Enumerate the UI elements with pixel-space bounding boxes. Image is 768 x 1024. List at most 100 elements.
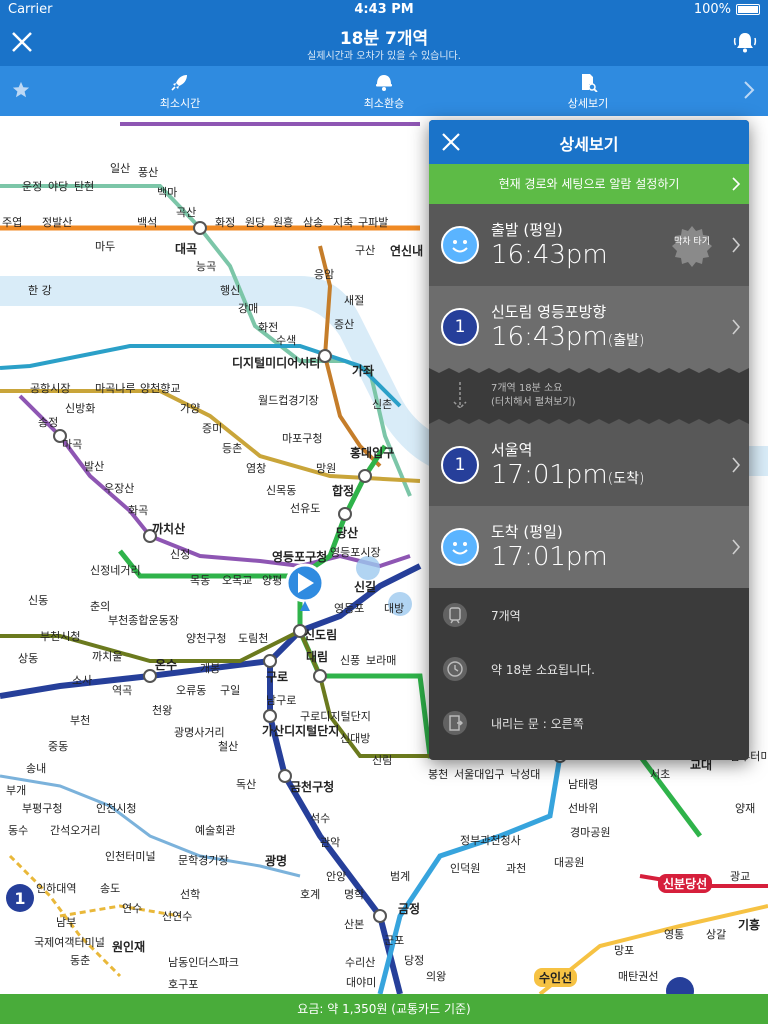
station-label[interactable]: 인천터미널 (105, 848, 156, 864)
station-label[interactable]: 광명 (265, 852, 287, 869)
station-label[interactable]: 곡산 (176, 204, 196, 220)
station-label[interactable]: 까치울 (92, 648, 122, 664)
station-label[interactable]: 대야미 (346, 974, 376, 990)
station-label[interactable]: 남구로 (266, 692, 296, 708)
station-label[interactable]: 명학 (344, 886, 364, 902)
station-label[interactable]: 온수 (155, 656, 177, 673)
station-label[interactable]: 호구포 (168, 976, 198, 992)
station-label[interactable]: 능곡 (196, 258, 216, 274)
station-label[interactable]: 독산 (236, 776, 256, 792)
station-label[interactable]: 동수 (8, 822, 28, 838)
station-label[interactable]: 구일 (220, 682, 240, 698)
station-label[interactable]: 염창 (246, 460, 266, 476)
station-label[interactable]: 남부 (56, 914, 76, 930)
station-label[interactable]: 망포 (614, 942, 634, 958)
station-label[interactable]: 백석 (137, 214, 157, 230)
station-label[interactable]: 영통 (664, 926, 684, 942)
station-label[interactable]: 송내 (26, 760, 46, 776)
station-label[interactable]: 안양 (326, 868, 346, 884)
tab-min-transfer[interactable]: 최소환승 (314, 66, 454, 116)
station-label[interactable]: 신풍 (340, 652, 360, 668)
station-label[interactable]: 공항시장 (30, 380, 70, 396)
tab-fastest[interactable]: 최소시간 (110, 66, 250, 116)
station-label[interactable]: 신림 (372, 752, 392, 768)
station-label[interactable]: 마곡나루 (95, 380, 135, 396)
station-label[interactable]: 운정 (22, 178, 42, 194)
station-label[interactable]: 부천종합운동장 (108, 612, 179, 628)
station-label[interactable]: 구파발 (358, 214, 388, 230)
station-label[interactable]: 송정 (38, 414, 58, 430)
station-label[interactable]: 삼송 (303, 214, 323, 230)
station-label[interactable]: 호계 (300, 886, 320, 902)
station-label[interactable]: 발산 (84, 458, 104, 474)
station-label[interactable]: 범계 (390, 868, 410, 884)
station-label[interactable]: 부천 (70, 712, 90, 728)
station-label[interactable]: 망원 (316, 460, 336, 476)
station-label[interactable]: 주엽 (2, 214, 22, 230)
station-label[interactable]: 증미 (202, 420, 222, 436)
set-alarm-button[interactable]: 현재 경로와 세팅으로 알람 설정하기 (429, 164, 749, 204)
station-label[interactable]: 백마 (157, 184, 177, 200)
station-label[interactable]: 신길 (354, 578, 376, 595)
station-label[interactable]: 정부과천청사 (460, 832, 521, 848)
station-label[interactable]: 대림 (306, 648, 328, 665)
station-label[interactable]: 선유도 (290, 500, 320, 516)
station-label[interactable]: 동춘 (70, 952, 90, 968)
station-label[interactable]: 화곡 (128, 502, 148, 518)
shinbundang-line-badge[interactable]: 신분당선 (658, 874, 713, 893)
station-label[interactable]: 행신 (220, 282, 240, 298)
station-label[interactable]: 당정 (404, 952, 424, 968)
arrival-row[interactable]: 도착 (평일) 17:01pm (429, 506, 749, 588)
station-label[interactable]: 양평 (262, 572, 282, 588)
tab-details[interactable]: 상세보기 (518, 66, 658, 116)
station-label[interactable]: 새절 (344, 292, 364, 308)
station-label[interactable]: 낙성대 (510, 766, 540, 782)
station-label[interactable]: 구산 (355, 242, 375, 258)
station-label[interactable]: 철산 (218, 738, 238, 754)
station-label[interactable]: 금정 (398, 900, 420, 917)
station-label[interactable]: 영등포구청 (272, 548, 327, 565)
station-label[interactable]: 대방 (384, 600, 404, 616)
station-label[interactable]: 풍산 (138, 164, 158, 180)
station-label[interactable]: 신정네거리 (90, 562, 141, 578)
station-label[interactable]: 신방화 (65, 400, 95, 416)
station-label[interactable]: 신연수 (162, 908, 192, 924)
station-label[interactable]: 구로 (266, 668, 288, 685)
station-label[interactable]: 양재 (735, 800, 755, 816)
alarm-bell-icon[interactable] (732, 29, 758, 55)
station-label[interactable]: 신촌 (372, 396, 392, 412)
station-label[interactable]: 봉천 (428, 766, 448, 782)
station-label[interactable]: 상갈 (706, 926, 726, 942)
station-label[interactable]: 지축 (333, 214, 353, 230)
alight-row[interactable]: 1 서울역 17:01pm(도착) (429, 424, 749, 506)
collapsed-stations-toggle[interactable]: 7개역 18분 소요 (터치해서 펼쳐보기) (429, 368, 749, 424)
station-label[interactable]: 일산 (110, 160, 130, 176)
station-label[interactable]: 대곡 (175, 240, 197, 257)
station-label[interactable]: 등촌 (222, 440, 242, 456)
station-label[interactable]: 탄현 (74, 178, 94, 194)
station-label[interactable]: 도림천 (238, 630, 268, 646)
station-label[interactable]: 양천향교 (140, 380, 180, 396)
station-label[interactable]: 개봉 (200, 660, 220, 676)
station-label[interactable]: 부평구청 (22, 800, 62, 816)
station-label[interactable]: 상동 (18, 650, 38, 666)
station-label[interactable]: 오류동 (176, 682, 206, 698)
station-label[interactable]: 신도림 (304, 626, 337, 643)
station-label[interactable]: 연수 (122, 900, 142, 916)
station-label[interactable]: 광교 (730, 868, 750, 884)
station-label[interactable]: 기흥 (738, 916, 760, 933)
station-label[interactable]: 예술회관 (195, 822, 235, 838)
favorite-star-icon[interactable] (12, 81, 30, 99)
station-label[interactable]: 부천시청 (40, 628, 80, 644)
station-label[interactable]: 강매 (238, 300, 258, 316)
station-label[interactable]: 양천구청 (186, 630, 226, 646)
station-label[interactable]: 마곡 (62, 436, 82, 452)
station-label[interactable]: 경마공원 (570, 824, 610, 840)
station-label[interactable]: 역곡 (112, 682, 132, 698)
station-label[interactable]: 과천 (506, 860, 526, 876)
station-label[interactable]: 매탄권선 (618, 968, 658, 984)
station-label[interactable]: 화정 (215, 214, 235, 230)
station-label[interactable]: 소사 (72, 672, 92, 688)
station-label[interactable]: 송도 (100, 880, 120, 896)
station-label[interactable]: 부개 (6, 782, 26, 798)
